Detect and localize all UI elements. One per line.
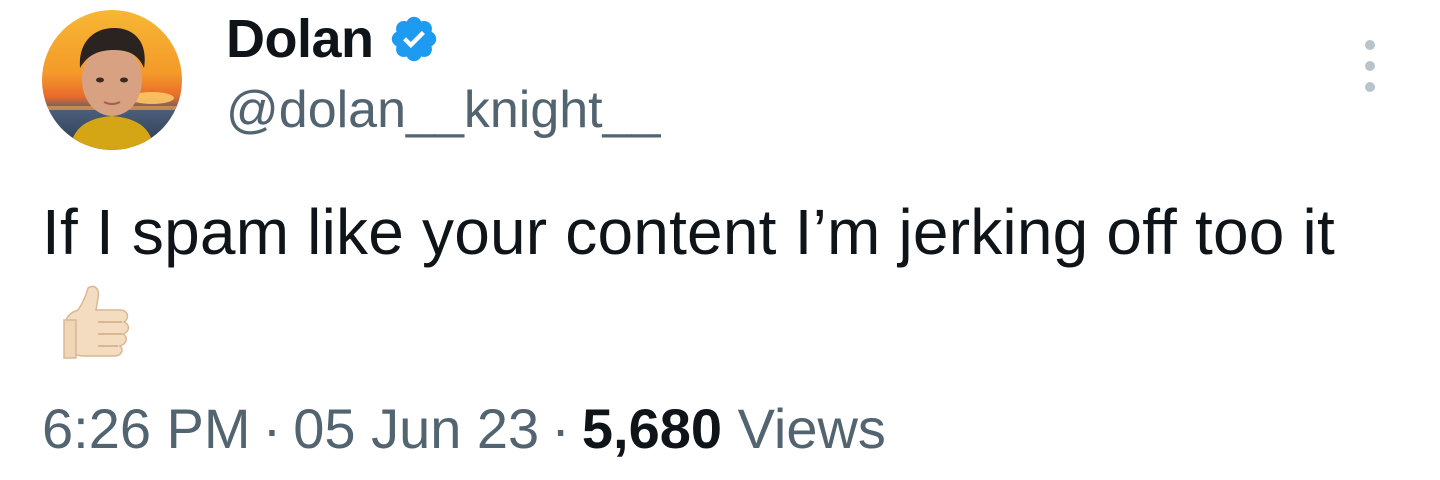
tweet-text: If I spam like your content I’m jerking … <box>42 196 1335 268</box>
verified-badge-icon[interactable] <box>388 13 440 65</box>
tweet-date[interactable]: 05 Jun 23 <box>293 397 539 460</box>
thumbs-up-emoji-icon <box>63 285 130 359</box>
views-label: Views <box>737 397 886 460</box>
vertical-ellipsis-icon <box>1365 61 1375 71</box>
tweet-time[interactable]: 6:26 PM <box>42 397 251 460</box>
tweet-meta: 6:26 PM · 05 Jun 23 · 5,680 Views <box>42 396 886 461</box>
tweet-card: Dolan @dolan__knight__ If I spam like yo… <box>0 0 1440 480</box>
meta-separator: · <box>262 397 282 460</box>
vertical-ellipsis-icon <box>1365 40 1375 50</box>
meta-separator: · <box>551 397 570 460</box>
author-name-row: Dolan <box>226 4 440 74</box>
vertical-ellipsis-icon <box>1365 82 1375 92</box>
tweet-body: If I spam like your content I’m jerking … <box>42 186 1402 370</box>
author-display-name[interactable]: Dolan <box>226 8 374 70</box>
more-options-button[interactable] <box>1350 40 1390 92</box>
avatar-image <box>42 10 182 150</box>
views-count[interactable]: 5,680 <box>582 397 722 460</box>
author-handle[interactable]: @dolan__knight__ <box>226 80 660 140</box>
avatar[interactable] <box>42 10 182 150</box>
